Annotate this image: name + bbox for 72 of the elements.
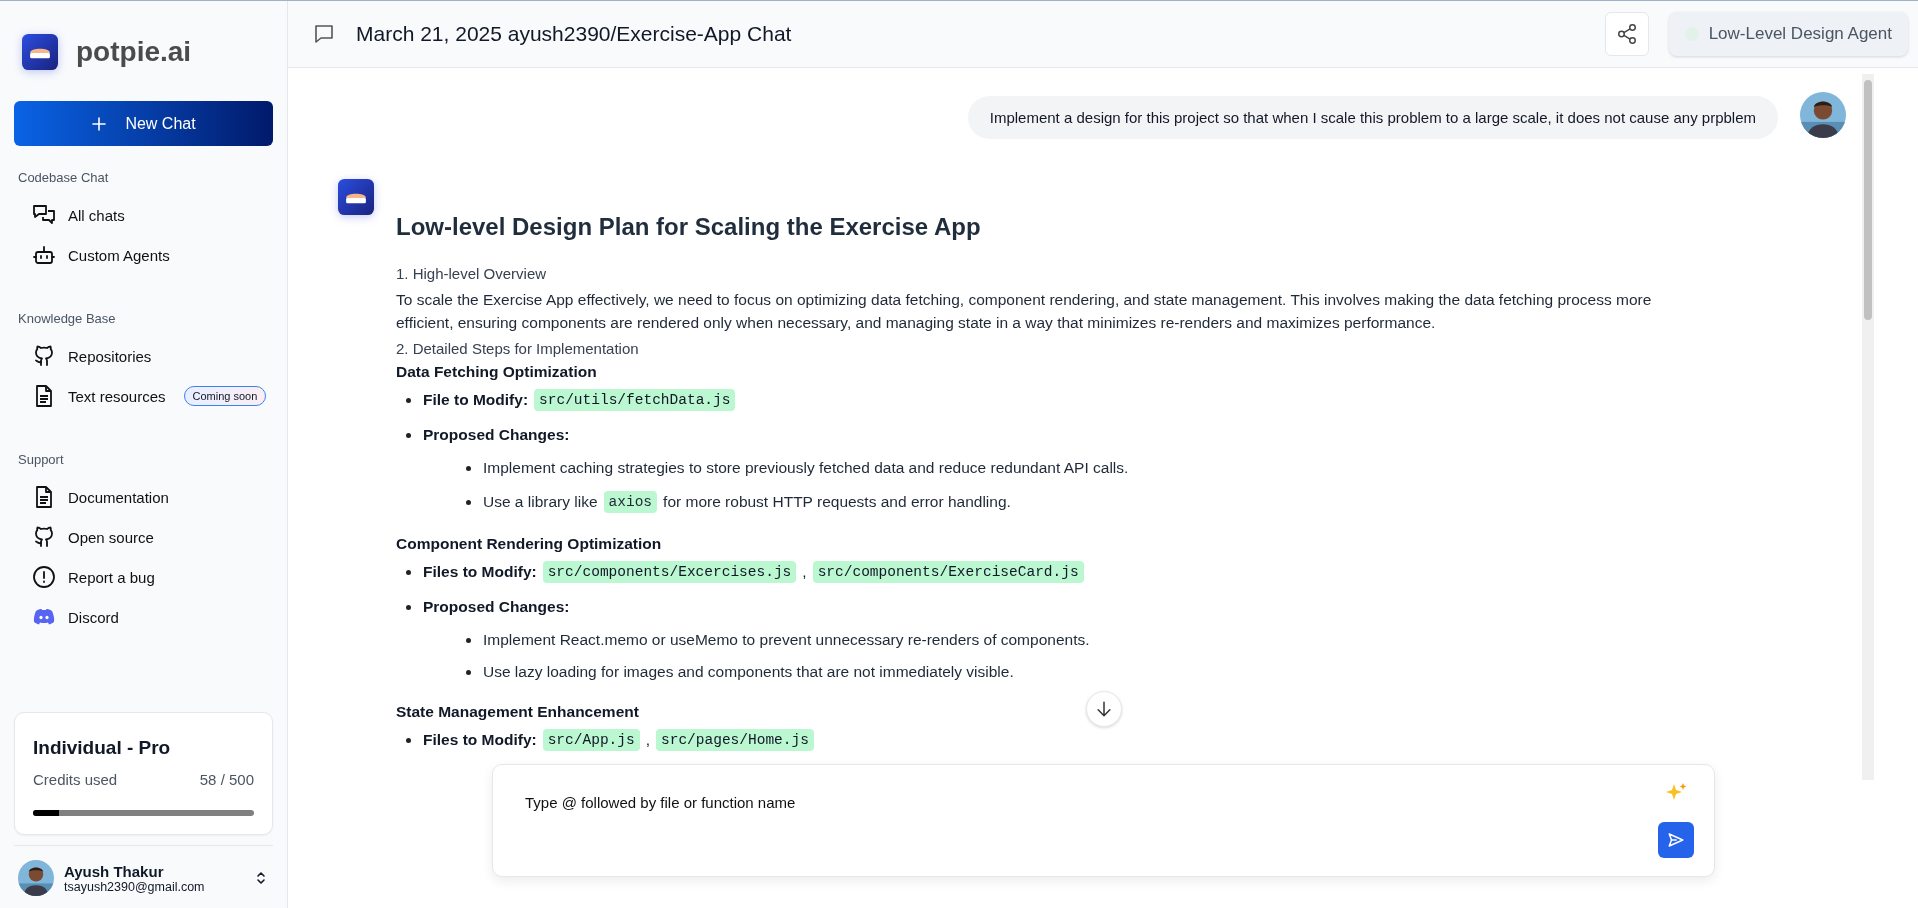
nav-link[interactable]: Report a bug bbox=[68, 568, 155, 586]
list-text: Use a library like bbox=[483, 493, 598, 511]
nav-link[interactable]: All chats bbox=[68, 206, 125, 224]
bullet-icon bbox=[466, 499, 471, 505]
subheading: Data Fetching Optimization bbox=[396, 363, 597, 381]
list-text: , bbox=[645, 731, 650, 749]
list-label: Files to Modify: bbox=[423, 731, 537, 749]
code-snippet: src/components/Excercises.js bbox=[542, 561, 797, 583]
new-chat-button[interactable]: New Chat bbox=[14, 101, 273, 146]
nav-link[interactable]: Repositories bbox=[68, 347, 152, 365]
list-label: Files to Modify: bbox=[423, 563, 537, 581]
code-snippet: src/App.js bbox=[542, 729, 640, 751]
nav-link[interactable]: Discord bbox=[68, 608, 119, 626]
paragraph: To scale the Exercise App effectively, we need to focus on optimizing data fetching, component rendering, and state management. This involves making the data fetching process more efficient, ensuring components are rendered only when necessary, and managing state in a way that minimizes re-renders and maximizes performance. bbox=[396, 290, 1653, 333]
subheading: State Management Enhancement bbox=[396, 703, 639, 721]
code-snippet: src/components/ExerciseCard.js bbox=[812, 561, 1084, 583]
credits-label: Credits used bbox=[33, 771, 118, 788]
assistant-logo-icon bbox=[338, 179, 374, 215]
section-label: 2. Detailed Steps for Implementation bbox=[396, 340, 639, 357]
chat-title: March 21, 2025 ayush2390/Exercise-App Chat bbox=[356, 22, 793, 46]
nav-link[interactable]: Custom Agents bbox=[68, 246, 170, 264]
bullet-icon bbox=[406, 432, 411, 438]
response-title: Low-level Design Plan for Scaling the Exercise App bbox=[396, 213, 981, 241]
bullet-icon bbox=[406, 569, 411, 575]
share-button[interactable] bbox=[1604, 12, 1649, 56]
nav-link[interactable]: Text resources bbox=[68, 387, 166, 405]
scroll-down-button[interactable] bbox=[1086, 691, 1122, 727]
robot-icon bbox=[32, 243, 56, 267]
section-heading: Support bbox=[17, 452, 64, 467]
brand-name: potpie.ai bbox=[76, 36, 192, 68]
brand-logo-icon bbox=[22, 34, 58, 70]
nav-link[interactable]: Open source bbox=[68, 528, 154, 546]
github-icon bbox=[32, 525, 56, 549]
bullet-icon bbox=[466, 669, 471, 675]
plus-icon bbox=[91, 115, 108, 132]
bullet-icon bbox=[466, 637, 471, 643]
code-snippet: src/utils/fetchData.js bbox=[534, 389, 736, 411]
user-message: Implement a design for this project so that when I scale this problem to a large scale, it does not cause any prpblem bbox=[967, 96, 1778, 139]
nav-link[interactable]: Documentation bbox=[68, 488, 169, 506]
share-icon bbox=[1615, 23, 1638, 45]
list-text: Implement React.memo or useMemo to prevent unnecessary re-renders of components. bbox=[483, 631, 1090, 649]
coming-soon-badge: Coming soon bbox=[183, 386, 267, 406]
github-icon bbox=[32, 344, 56, 368]
section-label: 1. High-level Overview bbox=[396, 265, 547, 282]
bullet-icon bbox=[466, 465, 471, 471]
list-text: for more robust HTTP requests and error handling. bbox=[663, 493, 1011, 511]
code-snippet: axios bbox=[603, 491, 658, 513]
alert-circle-icon bbox=[32, 565, 56, 589]
section-heading: Codebase Chat bbox=[17, 170, 109, 185]
subheading: Component Rendering Optimization bbox=[396, 535, 662, 553]
list-label: Proposed Changes: bbox=[423, 598, 570, 616]
list-label: Proposed Changes: bbox=[423, 426, 570, 444]
list-text: , bbox=[802, 563, 807, 581]
chat-bubble-icon bbox=[312, 22, 336, 46]
send-icon bbox=[1667, 831, 1685, 849]
credits-count: 58 / 500 bbox=[199, 771, 254, 788]
chat-bubbles-icon bbox=[32, 203, 56, 227]
bullet-icon bbox=[406, 397, 411, 403]
list-text: Use lazy loading for images and components that are not immediately visible. bbox=[483, 663, 1014, 681]
list-text: Implement caching strategies to store previously fetched data and reduce redundant API calls. bbox=[483, 459, 1129, 477]
bullet-icon bbox=[406, 604, 411, 610]
user-name: Ayush Thakur bbox=[64, 862, 165, 880]
plan-name: Individual - Pro bbox=[33, 737, 171, 759]
agent-selector[interactable]: Low-Level Design Agent bbox=[1668, 12, 1908, 56]
code-snippet: src/pages/Home.js bbox=[656, 729, 814, 751]
bullet-icon bbox=[406, 737, 411, 743]
section-heading: Knowledge Base bbox=[17, 311, 116, 326]
user-email: tsayush2390@gmail.com bbox=[64, 879, 206, 894]
send-button[interactable] bbox=[1658, 822, 1694, 858]
message-input[interactable]: Type @ followed by file or function name bbox=[523, 793, 1627, 812]
scrollbar[interactable] bbox=[1862, 74, 1874, 780]
list-label: File to Modify: bbox=[423, 391, 529, 409]
